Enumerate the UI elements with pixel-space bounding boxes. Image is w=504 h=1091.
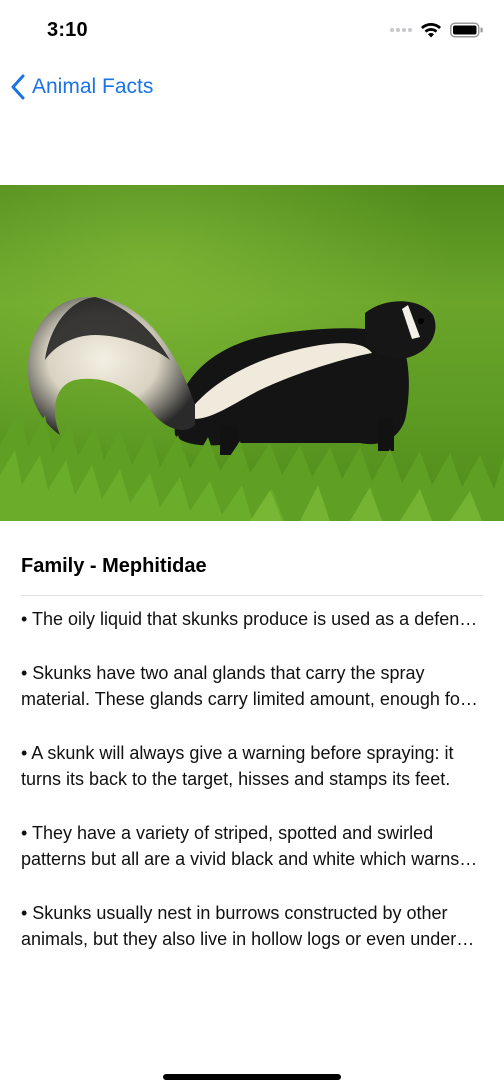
divider — [21, 595, 483, 596]
animal-details: Family - Mephitidae • The oily liquid th… — [21, 553, 483, 980]
skunk-photo — [0, 185, 504, 521]
status-time: 3:10 — [47, 19, 88, 41]
battery-icon — [450, 22, 483, 38]
status-bar: 3:10 — [0, 0, 504, 64]
facts-list: • The oily liquid that skunks produce is… — [21, 606, 483, 952]
wifi-icon — [421, 23, 441, 38]
fact-item: • They have a variety of striped, spotte… — [21, 823, 460, 869]
fact-item: • The oily liquid that skunks produce is… — [21, 609, 483, 629]
fact-item: • A skunk will always give a warning bef… — [21, 743, 454, 789]
home-indicator[interactable] — [163, 1074, 341, 1080]
family-title: Family - Mephitidae — [21, 555, 207, 577]
back-button-label: Animal Facts — [32, 75, 154, 98]
fact-item: • Skunks have two anal glands that carry… — [21, 663, 466, 709]
status-icons — [390, 22, 484, 38]
chevron-left-icon — [11, 74, 25, 100]
navigation-bar: Animal Facts — [0, 64, 504, 116]
fact-item: • Skunks usually nest in burrows constru… — [21, 903, 457, 949]
back-button[interactable]: Animal Facts — [10, 74, 153, 100]
signal-dots-icon — [390, 28, 412, 32]
